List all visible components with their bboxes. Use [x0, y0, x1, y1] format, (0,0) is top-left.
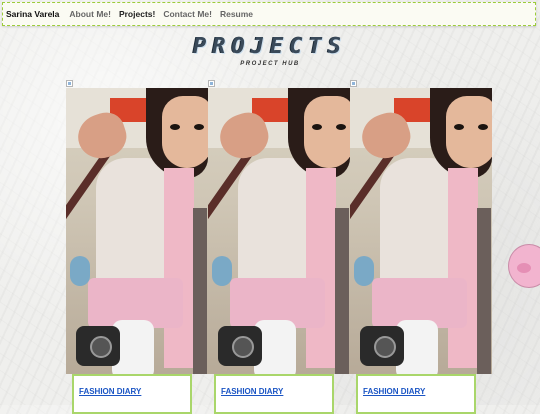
top-nav: Sarina Varela About Me! Projects! Contac…: [2, 2, 536, 26]
page-header: PROJECTS PROJECT HUB: [0, 34, 540, 67]
nav-contact[interactable]: Contact Me!: [163, 9, 212, 19]
brand-link[interactable]: Sarina Varela: [6, 9, 59, 19]
page-title: PROJECTS: [193, 34, 347, 59]
page-subtitle: PROJECT HUB: [240, 61, 300, 67]
project-caption: FASHION DIARY: [356, 374, 476, 414]
broken-image-icon: [208, 80, 215, 87]
project-caption: FASHION DIARY: [72, 374, 192, 414]
project-card[interactable]: FASHION DIARY: [350, 80, 492, 414]
pig-sticker-icon: [508, 244, 540, 288]
broken-image-icon: [66, 80, 73, 87]
project-link[interactable]: FASHION DIARY: [221, 387, 283, 396]
project-photo[interactable]: [66, 88, 208, 374]
project-caption: FASHION DIARY: [214, 374, 334, 414]
project-card[interactable]: FASHION DIARY: [208, 80, 350, 414]
nav-projects[interactable]: Projects!: [119, 9, 155, 19]
nav-resume[interactable]: Resume: [220, 9, 253, 19]
project-card[interactable]: FASHION DIARY: [66, 80, 208, 414]
project-link[interactable]: FASHION DIARY: [363, 387, 425, 396]
broken-image-icon: [350, 80, 357, 87]
project-photo[interactable]: [350, 88, 492, 374]
project-photo[interactable]: [208, 88, 350, 374]
nav-about[interactable]: About Me!: [69, 9, 111, 19]
project-link[interactable]: FASHION DIARY: [79, 387, 141, 396]
